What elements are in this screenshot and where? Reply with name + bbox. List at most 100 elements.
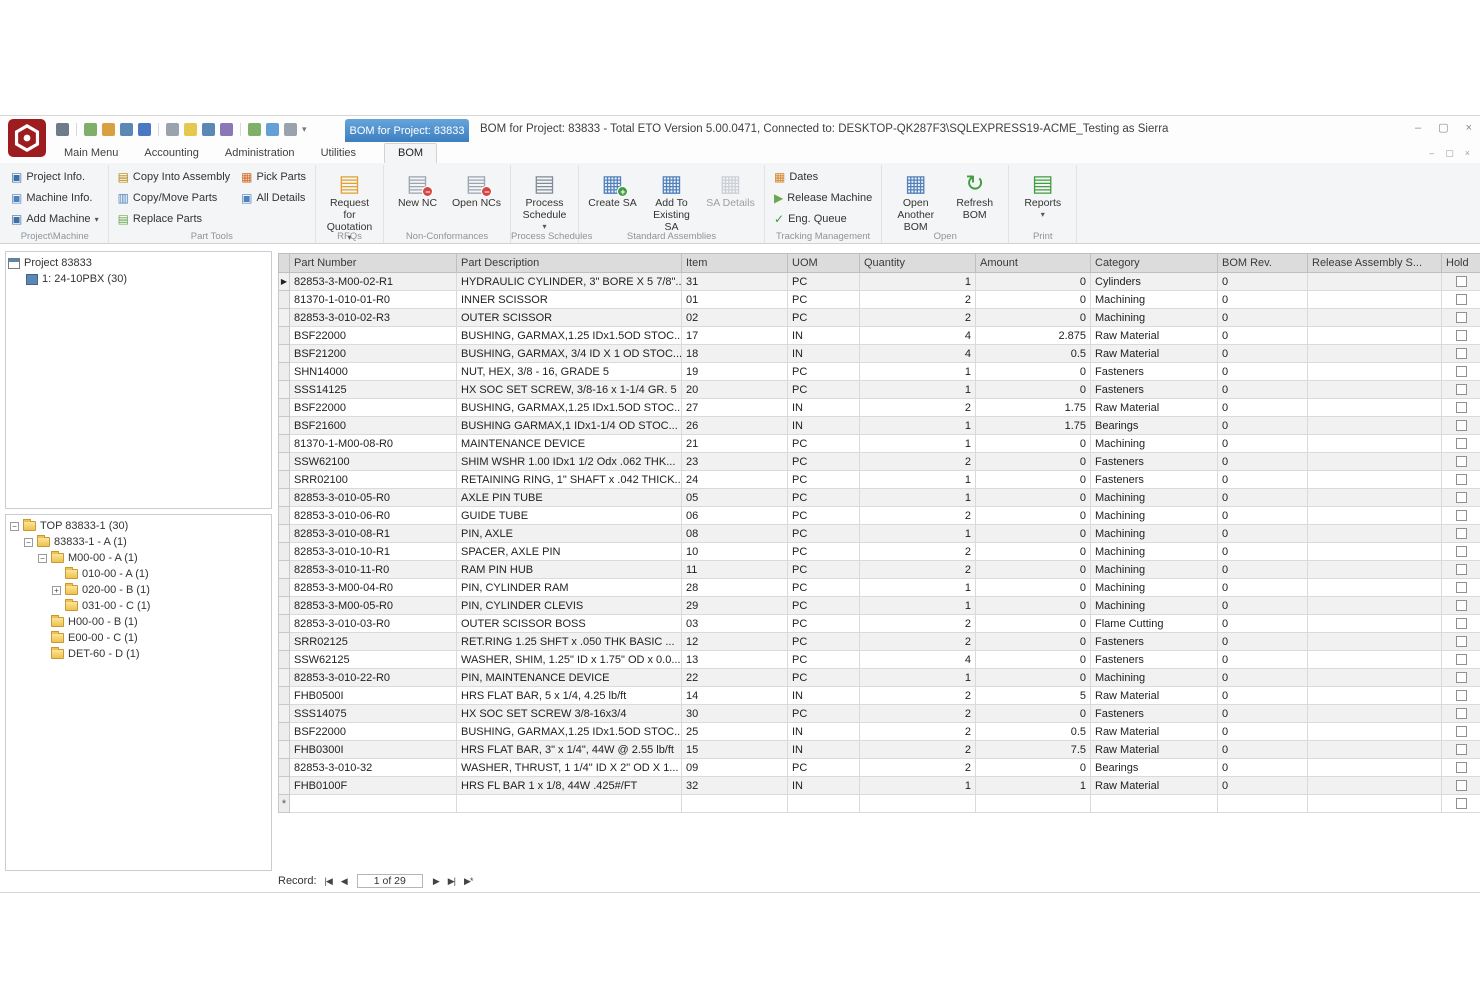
hold-checkbox[interactable] [1456, 654, 1467, 665]
cell-release-assembly-s[interactable] [1308, 417, 1442, 435]
row-selector[interactable] [279, 633, 290, 651]
open-another-bom-button[interactable]: ▦Open Another BOM [887, 167, 944, 234]
cell-item[interactable]: 19 [682, 363, 788, 381]
table-row[interactable]: 82853-3-010-05-R0AXLE PIN TUBE05PC10Mach… [279, 489, 1480, 507]
cell-item[interactable]: 26 [682, 417, 788, 435]
cell-amount[interactable]: 1.75 [976, 399, 1091, 417]
cell-bom-rev[interactable]: 0 [1218, 561, 1308, 579]
cell-uom[interactable]: PC [788, 543, 860, 561]
create-sa-button[interactable]: ▦+Create SA [584, 167, 641, 211]
table-row[interactable]: 82853-3-M00-05-R0PIN, CYLINDER CLEVIS29P… [279, 597, 1480, 615]
cell-part-description[interactable]: AXLE PIN TUBE [457, 489, 682, 507]
search-icon[interactable] [56, 123, 69, 136]
cell-amount[interactable]: 0 [976, 525, 1091, 543]
cell-uom[interactable]: PC [788, 381, 860, 399]
cell-part-number[interactable]: BSF22000 [290, 399, 457, 417]
cell-quantity[interactable]: 1 [860, 579, 976, 597]
cell-bom-rev[interactable]: 0 [1218, 543, 1308, 561]
cell-part-description[interactable]: WASHER, SHIM, 1.25" ID x 1.75" OD x 0.0.… [457, 651, 682, 669]
cell-quantity[interactable]: 1 [860, 597, 976, 615]
cell-item[interactable] [682, 795, 788, 813]
hold-checkbox[interactable] [1456, 726, 1467, 737]
image-icon[interactable] [84, 123, 97, 136]
row-selector[interactable] [279, 471, 290, 489]
cell-part-number[interactable]: SRR02100 [290, 471, 457, 489]
cell-amount[interactable]: 0 [976, 363, 1091, 381]
hold-checkbox[interactable] [1456, 330, 1467, 341]
hold-checkbox[interactable] [1456, 348, 1467, 359]
cell-part-description[interactable]: RAM PIN HUB [457, 561, 682, 579]
reports-button[interactable]: ▤Reports▾ [1014, 167, 1071, 221]
table-row[interactable]: 82853-3-010-10-R1SPACER, AXLE PIN10PC20M… [279, 543, 1480, 561]
cell-part-description[interactable]: RET.RING 1.25 SHFT x .050 THK BASIC ... [457, 633, 682, 651]
cell-category[interactable]: Flame Cutting [1091, 615, 1218, 633]
row-selector[interactable] [279, 615, 290, 633]
cell-uom[interactable]: IN [788, 741, 860, 759]
append-row[interactable]: * [279, 795, 1480, 813]
cell-release-assembly-s[interactable] [1308, 669, 1442, 687]
cell-quantity[interactable]: 2 [860, 723, 976, 741]
cell-category[interactable]: Raw Material [1091, 327, 1218, 345]
cell-release-assembly-s[interactable] [1308, 795, 1442, 813]
table-row[interactable]: SRR02125RET.RING 1.25 SHFT x .050 THK BA… [279, 633, 1480, 651]
record-next-button[interactable]: ▶ [430, 876, 442, 887]
cell-category[interactable] [1091, 795, 1218, 813]
release-machine-button[interactable]: ▶Release Machine [770, 188, 876, 208]
cell-quantity[interactable]: 4 [860, 651, 976, 669]
hold-checkbox[interactable] [1456, 276, 1467, 287]
column-header-bom-rev[interactable]: BOM Rev. [1218, 254, 1308, 273]
cell-bom-rev[interactable]: 0 [1218, 723, 1308, 741]
cell-release-assembly-s[interactable] [1308, 543, 1442, 561]
cell-part-description[interactable]: PIN, CYLINDER CLEVIS [457, 597, 682, 615]
cell-amount[interactable]: 1.75 [976, 417, 1091, 435]
cell-bom-rev[interactable]: 0 [1218, 399, 1308, 417]
cell-quantity[interactable]: 1 [860, 777, 976, 795]
table-row[interactable]: BSF22000BUSHING, GARMAX,1.25 IDx1.5OD ST… [279, 399, 1480, 417]
tree-node-top-83833-1-30[interactable]: −TOP 83833-1 (30) [8, 518, 269, 534]
print-icon[interactable] [284, 123, 297, 136]
replace-parts-button[interactable]: ▤Replace Parts [114, 209, 235, 229]
cell-part-description[interactable]: BUSHING, GARMAX,1.25 IDx1.5OD STOC... [457, 399, 682, 417]
cell-item[interactable]: 02 [682, 309, 788, 327]
row-selector[interactable] [279, 291, 290, 309]
cell-release-assembly-s[interactable] [1308, 327, 1442, 345]
cell-amount[interactable]: 5 [976, 687, 1091, 705]
machine-info-button[interactable]: ▣Machine Info. [7, 188, 103, 208]
cell-amount[interactable]: 0 [976, 579, 1091, 597]
cell-release-assembly-s[interactable] [1308, 453, 1442, 471]
cell-category[interactable]: Machining [1091, 435, 1218, 453]
hold-checkbox[interactable] [1456, 438, 1467, 449]
column-header-quantity[interactable]: Quantity [860, 254, 976, 273]
row-selector[interactable] [279, 327, 290, 345]
cell-quantity[interactable]: 2 [860, 741, 976, 759]
hold-checkbox[interactable] [1456, 618, 1467, 629]
cell-release-assembly-s[interactable] [1308, 435, 1442, 453]
cell-item[interactable]: 01 [682, 291, 788, 309]
menu-main-menu[interactable]: Main Menu [64, 147, 118, 159]
tree-node-020-00-b-1[interactable]: +020-00 - B (1) [8, 582, 269, 598]
table-row[interactable]: SRR02100RETAINING RING, 1" SHAFT x .042 … [279, 471, 1480, 489]
hold-checkbox[interactable] [1456, 744, 1467, 755]
cell-uom[interactable]: PC [788, 651, 860, 669]
cell-uom[interactable]: IN [788, 417, 860, 435]
cell-amount[interactable]: 0 [976, 381, 1091, 399]
cell-amount[interactable]: 7.5 [976, 741, 1091, 759]
table-row[interactable]: 82853-3-M00-04-R0PIN, CYLINDER RAM28PC10… [279, 579, 1480, 597]
cell-bom-rev[interactable]: 0 [1218, 291, 1308, 309]
cell-item[interactable]: 15 [682, 741, 788, 759]
cell-bom-rev[interactable]: 0 [1218, 669, 1308, 687]
row-selector[interactable] [279, 489, 290, 507]
cell-part-number[interactable]: 82853-3-010-08-R1 [290, 525, 457, 543]
cell-part-description[interactable]: RETAINING RING, 1" SHAFT x .042 THICK... [457, 471, 682, 489]
table-row[interactable]: BSF22000BUSHING, GARMAX,1.25 IDx1.5OD ST… [279, 327, 1480, 345]
cell-uom[interactable]: IN [788, 399, 860, 417]
cell-quantity[interactable]: 1 [860, 417, 976, 435]
row-selector[interactable] [279, 543, 290, 561]
row-selector[interactable] [279, 381, 290, 399]
cell-amount[interactable]: 0.5 [976, 345, 1091, 363]
cell-amount[interactable]: 0 [976, 561, 1091, 579]
cell-category[interactable]: Fasteners [1091, 453, 1218, 471]
mdi-close-button[interactable]: × [1465, 146, 1470, 160]
cell-amount[interactable] [976, 795, 1091, 813]
cell-item[interactable]: 21 [682, 435, 788, 453]
